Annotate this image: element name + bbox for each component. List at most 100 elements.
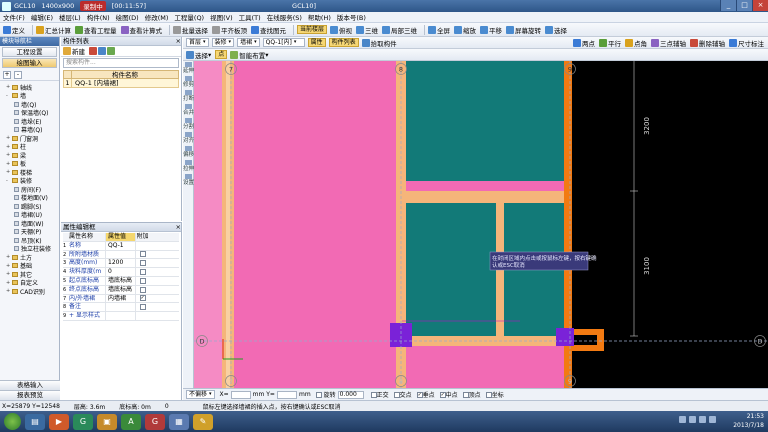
x-input[interactable] [230, 390, 251, 399]
paint-icon[interactable]: ✎ [193, 413, 213, 430]
expand-icon[interactable]: + [6, 288, 11, 294]
tree-item[interactable]: 墙垛(E) [2, 117, 59, 126]
modify-tool-button[interactable]: 对齐 [183, 131, 194, 145]
menu-item[interactable]: 构件(N) [87, 12, 110, 22]
menu-item[interactable]: 版本号(B) [337, 12, 366, 22]
expand-icon[interactable]: + [6, 280, 11, 286]
tree-item[interactable]: 幕墙(Q) [2, 126, 59, 134]
volume-icon[interactable] [709, 416, 716, 423]
tree-item[interactable]: -墙 [2, 92, 59, 101]
toolbar-button[interactable]: 三维 [356, 25, 378, 35]
menu-item[interactable]: 文件(F) [3, 12, 25, 22]
remove-icon[interactable]: - [14, 70, 22, 79]
tree-item[interactable]: + 轴线 [2, 83, 59, 92]
tree-item[interactable]: 保温墙(Q) [2, 109, 59, 117]
explorer-icon[interactable]: ▤ [25, 413, 45, 430]
property-row[interactable]: 8 备注 [63, 303, 179, 313]
menu-item[interactable]: 帮助(H) [308, 12, 331, 22]
point-button[interactable]: 点 [215, 50, 228, 59]
component-list-button[interactable]: 构件列表 [328, 38, 359, 47]
tree-item[interactable]: + 楼梯 [2, 168, 59, 177]
tray-icon[interactable] [689, 416, 696, 423]
media-icon[interactable]: ▶ [49, 413, 69, 430]
subcategory-select[interactable]: 墙裙 ▾ [237, 38, 260, 47]
project-settings-button[interactable]: 工程设置 [2, 47, 57, 57]
report-preview-button[interactable]: 报表预览 [0, 390, 60, 400]
menu-item[interactable]: 工程量(Q) [174, 12, 204, 22]
snap-toggle[interactable]: ✓ 中点 [439, 390, 458, 399]
modify-tool-button[interactable]: 拉伸 [183, 159, 194, 173]
tree-item[interactable]: 楼地面(V) [2, 194, 59, 202]
tray-icon[interactable] [699, 416, 706, 423]
axis-tool-button[interactable]: 三点辅轴 [651, 38, 686, 48]
close-button[interactable]: × [752, 0, 768, 11]
toolbar-button[interactable]: 屏幕旋转 [506, 25, 541, 35]
attach-checkbox[interactable] [139, 269, 146, 276]
glodon-app-icon[interactable]: G [73, 413, 93, 430]
tree-item[interactable]: + CAD识别 [2, 287, 59, 296]
smart-layout-button[interactable]: 智能布置 ▾ [230, 50, 269, 60]
new-icon[interactable] [63, 47, 71, 55]
y-input[interactable] [276, 390, 297, 399]
property-row[interactable]: 4 块料厚度(m 0 [63, 268, 179, 277]
menu-item[interactable]: 楼层(L) [59, 12, 81, 22]
axis-tool-button[interactable]: 平行 [599, 38, 621, 48]
rotate-input[interactable]: 0.000 [337, 390, 364, 399]
folder-icon[interactable]: ▣ [97, 413, 117, 430]
modify-tool-button[interactable]: 分割 [183, 117, 194, 131]
property-value[interactable]: 墙底标高 [105, 276, 135, 285]
tree-item[interactable]: + 自定义 [2, 279, 59, 288]
property-value[interactable] [105, 250, 135, 259]
modify-tool-button[interactable]: 打断 [183, 89, 194, 103]
expand-icon[interactable]: + [6, 161, 11, 167]
filter-icon[interactable] [107, 47, 115, 55]
expand-icon[interactable]: + [6, 135, 11, 141]
toolbar-button[interactable]: 定义 [3, 25, 25, 35]
component-row[interactable]: 1 QQ-1 [内墙裙] [63, 79, 179, 88]
toolbar-button[interactable]: 平移 [480, 25, 502, 35]
menu-item[interactable]: 编辑(E) [31, 12, 53, 22]
modify-tool-button[interactable]: 设置 [183, 173, 194, 187]
pick-component-button[interactable]: 拾取构件 [361, 38, 397, 48]
cad-app-icon[interactable]: A [121, 413, 141, 430]
drawing-canvas[interactable]: 7 8 9 7 8 9 D D 3200 3100 在封闭区域内点击或按鼠标左键… [194, 61, 768, 388]
modify-tool-button[interactable]: 合并 [183, 103, 194, 117]
toolbar-button[interactable]: 缩放 [454, 25, 476, 35]
property-value[interactable] [105, 312, 135, 320]
tree-item[interactable]: + 基础 [2, 262, 59, 271]
toolbar-button[interactable]: 批量选择 [173, 25, 208, 35]
property-row[interactable]: 1 名称 QQ-1 [63, 241, 179, 251]
tree-item[interactable]: + 梁 [2, 151, 59, 160]
tree-item[interactable]: 房间(F) [2, 185, 59, 194]
tree-item[interactable]: 墙面(W) [2, 219, 59, 228]
expand-icon[interactable]: + [6, 152, 11, 158]
gcl-app-icon[interactable]: G [145, 413, 165, 430]
expand-icon[interactable]: + [6, 169, 11, 175]
table-input-button[interactable]: 表格输入 [0, 380, 60, 390]
toolbar-button[interactable]: 选择 [545, 25, 567, 35]
expand-icon[interactable]: + [6, 144, 11, 150]
snap-toggle[interactable]: 正交 [370, 390, 389, 399]
property-row[interactable]: 9 + 显示样式 [63, 312, 179, 321]
menu-item[interactable]: 工具(T) [239, 12, 261, 22]
floor-select[interactable]: 首层 ▾ [186, 38, 209, 47]
property-row[interactable]: 3 高度(mm) 1200 [63, 259, 179, 269]
toolbar-button[interactable]: 俯视 [330, 25, 352, 35]
modify-tool-button[interactable]: 延伸 [183, 61, 194, 75]
modify-tool-button[interactable]: 偏移 [183, 145, 194, 159]
toolbar-button[interactable]: 查看工程量 [75, 25, 117, 35]
tree-item[interactable]: 墙(Q) [2, 100, 59, 109]
maximize-button[interactable]: □ [736, 0, 752, 11]
component-select[interactable]: QQ-1[内] ▾ [262, 38, 305, 47]
tree-item[interactable]: 踢脚(S) [2, 202, 59, 211]
expand-icon[interactable]: + [6, 254, 11, 260]
close-icon[interactable]: × [176, 37, 181, 45]
attribute-button[interactable]: 属性 [307, 38, 326, 47]
toolbar-button[interactable]: 局部三维 [382, 25, 417, 35]
snap-toggle[interactable]: ✓ 垂点 [416, 390, 435, 399]
menu-item[interactable]: 视图(V) [210, 12, 233, 22]
attach-checkbox[interactable] [139, 286, 146, 293]
axis-tool-button[interactable]: 尺寸标注 [729, 38, 764, 48]
axis-tool-button[interactable]: 删除辅轴 [690, 38, 725, 48]
search-input[interactable]: 搜索构件... [63, 58, 179, 68]
